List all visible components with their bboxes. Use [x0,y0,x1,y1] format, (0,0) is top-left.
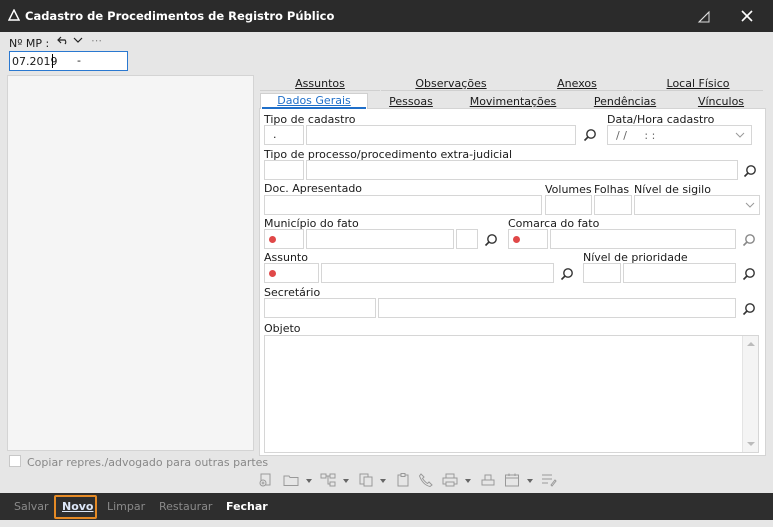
copiar-checkbox[interactable] [9,455,21,467]
chevron-down-icon[interactable] [735,132,745,139]
objeto-textarea[interactable] [264,335,759,453]
chevron-down-icon[interactable] [745,202,755,209]
tipo-cadastro-code-input[interactable]: . [264,125,304,145]
copy-dropdown-icon[interactable] [380,479,386,483]
nivel-prioridade-desc-input[interactable] [623,263,736,283]
tipo-processo-code-input[interactable] [264,160,304,180]
calendar-dropdown-icon[interactable] [527,479,533,483]
tab-local-fisico[interactable]: Local Físico [633,77,763,91]
municipio-desc-input[interactable] [306,229,454,249]
hierarchy-dropdown-icon[interactable] [343,479,349,483]
salvar-button[interactable]: Salvar [14,500,49,513]
printer-icon[interactable] [442,473,458,487]
hierarchy-icon[interactable] [320,473,336,487]
fechar-button[interactable]: Fechar [226,500,268,513]
secretario-search-icon[interactable] [742,302,756,316]
comarca-desc-input[interactable] [550,229,736,249]
title-bar: Cadastro de Procedimentos de Registro Pú… [0,0,773,32]
municipio-uf-input[interactable] [456,229,478,249]
tab-movimentacoes[interactable]: Movimentações [454,95,572,109]
tipo-processo-desc-input[interactable] [306,160,738,180]
secretario-code-input[interactable] [264,298,376,318]
undo-icon[interactable] [57,35,69,45]
clipboard-icon[interactable] [395,473,411,487]
window-title: Cadastro de Procedimentos de Registro Pú… [25,9,335,23]
tab-vinculos[interactable]: Vínculos [678,95,764,109]
more-icon[interactable]: ⋯ [91,34,102,47]
nivel-prioridade-code-input[interactable] [583,263,621,283]
scroll-up-icon[interactable] [747,342,755,346]
required-indicator [513,236,520,243]
window-close-icon[interactable] [733,6,761,28]
add-document-icon[interactable] [258,473,274,487]
objeto-scrollbar[interactable] [742,336,758,452]
data-hora-value: / / : : [616,129,656,142]
left-list-panel[interactable] [7,75,254,451]
tipo-cadastro-code-value: . [273,128,277,141]
list-edit-icon[interactable] [541,473,557,487]
active-tab-indicator [262,107,366,109]
doc-apresentado-label: Doc. Apresentado [264,182,363,195]
tab-assuntos[interactable]: Assuntos [260,77,380,91]
assunto-desc-input[interactable] [321,263,554,283]
copy-link-icon[interactable] [358,473,374,487]
required-indicator [269,270,276,277]
mp-value: 07.2019 [12,55,58,68]
required-indicator [269,236,276,243]
nivel-prioridade-search-icon[interactable] [742,267,756,281]
text-cursor [52,54,53,68]
tab-anexos[interactable]: Anexos [522,77,632,91]
comarca-code-input[interactable] [508,229,548,249]
calendar-icon[interactable] [504,473,520,487]
doc-apresentado-input[interactable] [264,195,542,215]
nivel-sigilo-select[interactable] [634,195,760,215]
tipo-cadastro-search-icon[interactable] [583,128,597,142]
chevron-down-icon[interactable] [73,36,83,44]
tab-pendencias[interactable]: Pendências [574,95,676,109]
tipo-processo-search-icon[interactable] [743,164,757,178]
window-restore-icon[interactable] [690,6,718,28]
folder-icon[interactable] [283,473,299,487]
comarca-search-icon[interactable] [742,233,756,247]
volumes-input[interactable] [545,195,592,215]
mp-suffix: - [77,54,81,67]
copiar-label: Copiar repres./advogado para outras part… [27,456,269,469]
municipio-code-input[interactable] [264,229,304,249]
limpar-button[interactable]: Limpar [107,500,145,513]
mp-input[interactable]: 07.2019 - [9,51,128,71]
folhas-input[interactable] [594,195,632,215]
folder-dropdown-icon[interactable] [306,479,312,483]
tab-observacoes[interactable]: Observações [381,77,521,91]
restaurar-button[interactable]: Restaurar [159,500,212,513]
objeto-label: Objeto [264,322,301,335]
phone-icon[interactable] [418,473,434,487]
stamp-icon[interactable] [480,473,496,487]
novo-button[interactable]: Novo [62,500,94,513]
secretario-desc-input[interactable] [378,298,736,318]
printer-dropdown-icon[interactable] [465,479,471,483]
assunto-code-input[interactable] [264,263,319,283]
mp-label: Nº MP : [9,37,50,50]
scroll-down-icon[interactable] [747,442,755,446]
tipo-cadastro-desc-input[interactable] [306,125,576,145]
tab-pessoas[interactable]: Pessoas [370,95,452,109]
app-icon [8,9,20,21]
data-hora-input[interactable]: / / : : [607,125,752,145]
assunto-search-icon[interactable] [560,267,574,281]
municipio-search-icon[interactable] [484,233,498,247]
